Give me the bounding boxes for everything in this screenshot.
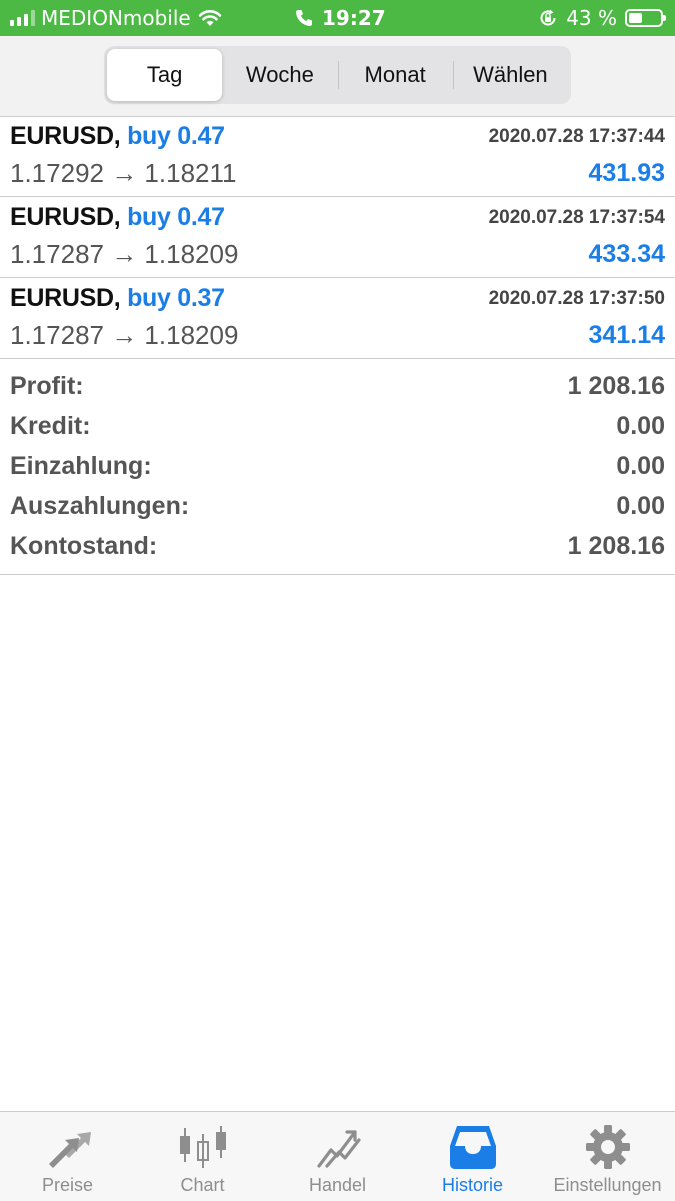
tab-waehlen[interactable]: Wählen	[452, 49, 568, 101]
period-header: Tag Woche Monat Wählen	[0, 36, 675, 117]
battery-percent: 43 %	[566, 6, 617, 30]
tab-tag[interactable]: Tag	[107, 49, 223, 101]
battery-fill	[629, 13, 642, 23]
summary-value: 1 208.16	[567, 372, 665, 400]
deal-prices: 1.17287 → 1.18209	[10, 320, 239, 350]
summary-value: 0.00	[616, 492, 665, 520]
deal-prices: 1.17287 → 1.18209	[10, 239, 239, 269]
quotes-arrows-icon	[49, 1132, 91, 1168]
trade-chart-icon	[317, 1130, 361, 1168]
summary-label: Kontostand:	[10, 532, 158, 560]
clock: 19:27	[322, 6, 386, 30]
summary-row-auszahlungen: Auszahlungen: 0.00	[0, 487, 675, 527]
deal-symbol: EURUSD, buy 0.47	[10, 122, 225, 151]
deal-symbol: EURUSD, buy 0.47	[10, 203, 225, 232]
deal-symbol: EURUSD, buy 0.37	[10, 284, 225, 313]
deal-profit: 341.14	[588, 321, 665, 349]
summary-value: 1 208.16	[567, 532, 665, 560]
deal-symbol-name: EURUSD,	[10, 203, 121, 231]
summary-label: Auszahlungen:	[10, 492, 190, 520]
deal-type: buy 0.47	[127, 203, 225, 231]
tab-preise[interactable]: Preise	[0, 1112, 135, 1201]
summary-label: Profit:	[10, 372, 84, 400]
tab-label: Chart	[180, 1175, 225, 1195]
summary-row-kontostand: Kontostand: 1 208.16	[0, 527, 675, 567]
deal-profit: 431.93	[588, 159, 665, 187]
bottom-tab-bar: Preise Chart Handel Historie Einstellung…	[0, 1111, 675, 1201]
tab-handel[interactable]: Handel	[270, 1112, 405, 1201]
deal-time: 2020.07.28 17:37:50	[488, 288, 665, 309]
deal-symbol-name: EURUSD,	[10, 284, 121, 312]
deal-row[interactable]: EURUSD, buy 0.47 2020.07.28 17:37:54 1.1…	[0, 197, 675, 278]
summary-label: Einzahlung:	[10, 452, 152, 480]
tab-label: Handel	[308, 1175, 367, 1195]
deal-row[interactable]: EURUSD, buy 0.37 2020.07.28 17:37:50 1.1…	[0, 278, 675, 359]
deal-type: buy 0.37	[127, 284, 225, 312]
inbox-tray-icon	[450, 1126, 496, 1169]
deal-row[interactable]: EURUSD, buy 0.47 2020.07.28 17:37:44 1.1…	[0, 116, 675, 197]
gear-icon	[586, 1125, 630, 1169]
battery-icon	[625, 9, 666, 27]
deal-profit: 433.34	[588, 240, 665, 268]
deal-time: 2020.07.28 17:37:44	[488, 126, 665, 147]
summary-row-profit: Profit: 1 208.16	[0, 367, 675, 407]
orientation-lock-icon	[540, 9, 556, 26]
status-center: 19:27	[294, 6, 386, 30]
tab-label: Historie	[441, 1175, 503, 1195]
status-left: MEDIONmobile	[10, 6, 223, 30]
signal-bars-icon	[10, 10, 35, 26]
tab-label: Preise	[41, 1175, 94, 1195]
summary-value: 0.00	[616, 412, 665, 440]
summary-row-kredit: Kredit: 0.00	[0, 407, 675, 447]
deal-type: buy 0.47	[127, 122, 225, 150]
deal-symbol-name: EURUSD,	[10, 122, 121, 150]
candlestick-icon	[180, 1126, 226, 1168]
status-right: 43 %	[538, 6, 666, 30]
tab-woche[interactable]: Woche	[222, 49, 337, 101]
phone-icon	[296, 10, 312, 26]
deal-prices: 1.17292 → 1.18211	[10, 158, 237, 188]
carrier-name: MEDIONmobile	[41, 6, 191, 30]
tab-label: Einstellungen	[553, 1175, 662, 1195]
summary-row-einzahlung: Einzahlung: 0.00	[0, 447, 675, 487]
tab-einstellungen[interactable]: Einstellungen	[540, 1112, 675, 1201]
summary-value: 0.00	[616, 452, 665, 480]
account-summary: Profit: 1 208.16 Kredit: 0.00 Einzahlung…	[0, 358, 675, 575]
summary-label: Kredit:	[10, 412, 91, 440]
tab-chart[interactable]: Chart	[135, 1112, 270, 1201]
status-bar: MEDIONmobile 19:27 43 %	[0, 0, 675, 36]
tab-historie[interactable]: Historie	[405, 1112, 540, 1201]
wifi-icon	[198, 10, 222, 26]
deal-time: 2020.07.28 17:37:54	[488, 207, 665, 228]
period-segmented-control: Tag Woche Monat Wählen	[104, 46, 571, 104]
tab-monat[interactable]: Monat	[337, 49, 453, 101]
